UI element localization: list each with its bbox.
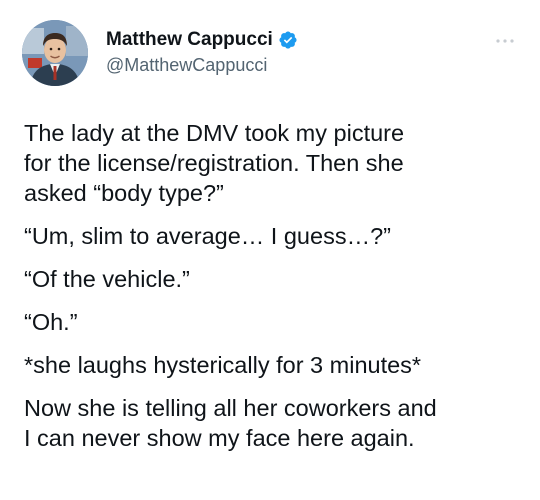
tweet-paragraph: “Oh.” — [24, 309, 78, 335]
more-options-icon[interactable] — [494, 32, 516, 43]
tweet-paragraph: The lady at the DMV took my picture for … — [24, 120, 405, 206]
tweet-card: Matthew Cappucci @MatthewCappucci The la… — [0, 0, 540, 500]
display-name[interactable]: Matthew Cappucci — [106, 29, 273, 51]
author-handle[interactable]: @MatthewCappucci — [106, 55, 298, 76]
tweet-paragraph: Now she is telling all her coworkers and… — [24, 395, 437, 451]
tweet-paragraph: “Um, slim to average… I guess…?” — [24, 223, 391, 249]
display-name-row: Matthew Cappucci — [106, 28, 298, 52]
tweet-paragraph: “Of the vehicle.” — [24, 266, 190, 292]
tweet-paragraph: *she laughs hysterically for 3 minutes* — [24, 352, 422, 378]
profile-photo-icon — [22, 20, 88, 86]
verified-badge-icon — [278, 30, 298, 50]
tweet-text: The lady at the DMV took my picture for … — [24, 118, 524, 466]
avatar[interactable] — [22, 20, 88, 86]
author-names: Matthew Cappucci @MatthewCappucci — [106, 28, 298, 76]
tweet-header: Matthew Cappucci @MatthewCappucci — [22, 18, 522, 88]
